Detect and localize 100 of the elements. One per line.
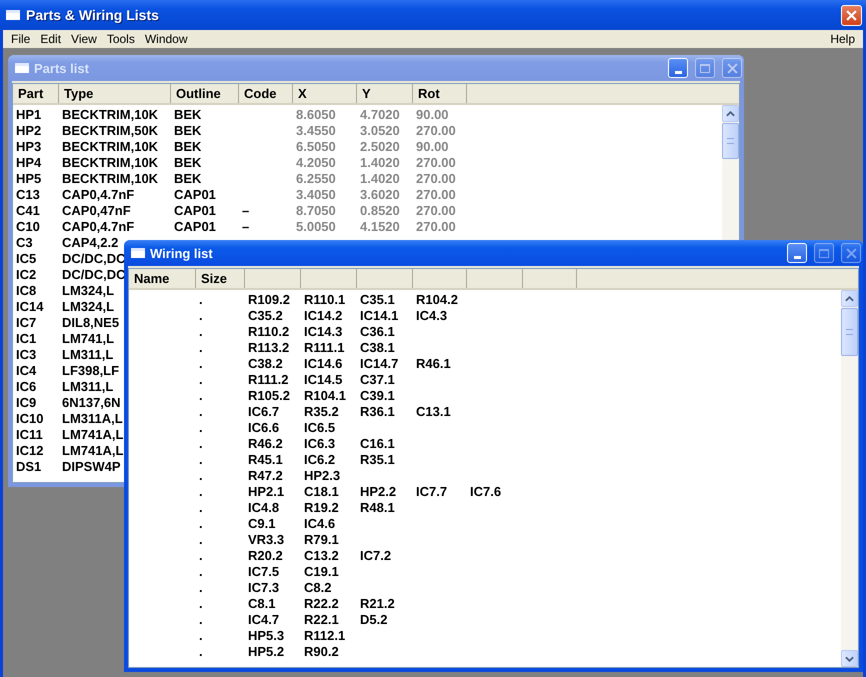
caret-up-icon [726,110,735,116]
table-cell: . [199,644,203,658]
menu-item[interactable]: Edit [35,32,66,46]
table-cell: DIPSW4P [62,458,121,474]
column-header[interactable]: Code [239,84,293,103]
table-cell: C41 [16,202,40,218]
scrollbar-thumb[interactable] [841,308,858,356]
table-cell: 2.5020 [360,138,400,154]
table-cell: R35.2 [304,404,339,418]
table-cell: IC7.7 [416,484,448,498]
table-cell: 3.6020 [360,186,400,202]
table-cell: 6N137,6N [62,394,121,410]
table-cell: C9.1 [248,516,276,530]
caret-up-icon [845,296,854,302]
minimize-button[interactable] [787,243,807,263]
table-cell: R113.2 [248,340,290,354]
scroll-up-button[interactable] [722,105,739,122]
table-cell: IC3 [16,346,36,362]
table-cell: LM324,L [62,282,114,298]
close-icon [726,62,738,74]
column-header[interactable]: Outline [171,84,239,103]
table-cell: LM741,L [62,330,114,346]
table-cell: 1.4020 [360,170,400,186]
table-cell: HP5 [16,170,42,186]
column-header[interactable]: Type [59,84,171,103]
table-cell: 270.00 [416,122,456,138]
table-cell: IC7.3 [248,580,280,594]
table-cell: . [199,372,203,386]
table-cell: LM741A,L [62,426,124,442]
table-cell: CAP01 [174,218,216,234]
table-cell: IC9 [16,394,36,410]
table-cell: IC14.6 [304,356,342,370]
window-title: Parts list [34,60,89,76]
table-cell: R22.1 [304,612,339,626]
table-cell: IC12 [16,442,44,458]
table-cell: . [199,500,203,514]
menu-item[interactable]: Tools [102,32,140,46]
table-cell: . [199,516,203,530]
table-cell: BEK [174,106,202,122]
table-cell: . [199,324,203,338]
table-cell: . [199,596,203,610]
table-cell: 270.00 [416,202,456,218]
table-cell: 0.8520 [360,202,400,218]
table-cell: R104.2 [416,292,458,306]
table-cell: C38.1 [360,340,395,354]
column-header[interactable]: Part [13,84,59,103]
table-cell: IC14 [16,298,44,314]
table-cell: LM324,L [62,298,114,314]
column-header[interactable]: Y [357,84,413,103]
table-cell: HP4 [16,154,42,170]
table-cell: CAP0,4.7nF [62,186,134,202]
menu-item[interactable]: Window [140,32,193,46]
table-cell: IC4.3 [416,308,448,322]
table-cell: 270.00 [416,218,456,234]
table-cell: R47.2 [248,468,283,482]
table-cell: R105.2 [248,388,290,402]
table-cell: R112.1 [304,628,346,642]
scroll-down-button[interactable] [841,650,858,667]
table-cell: R19.2 [304,500,339,514]
table-cell: . [199,356,203,370]
column-header[interactable]: X [293,84,357,103]
column-header[interactable]: Size [196,269,245,288]
table-cell: IC5 [16,250,36,266]
menu-item[interactable]: View [66,32,102,46]
table-cell: BECKTRIM,10K [62,154,158,170]
menu-item[interactable]: File [6,32,36,46]
scrollbar-thumb[interactable] [722,123,739,159]
table-cell: C16.1 [360,436,395,450]
table-cell: . [199,564,203,578]
table-cell: 270.00 [416,170,456,186]
table-cell: IC6.3 [304,436,336,450]
window-icon [6,10,20,20]
maximize-button[interactable] [814,243,834,263]
table-cell: IC7.5 [248,564,280,578]
table-cell: IC4.7 [248,612,280,626]
table-cell: CAP01 [174,186,216,202]
table-cell: . [199,548,203,562]
table-cell: IC4 [16,362,36,378]
table-cell: R22.2 [304,596,339,610]
table-cell: IC7.6 [470,484,502,498]
table-cell: – [242,218,250,234]
column-header[interactable]: Name [129,269,196,288]
table-cell: . [199,308,203,322]
close-button[interactable] [841,4,862,26]
table-cell: R36.1 [360,404,395,418]
close-button[interactable] [841,243,861,263]
table-cell: CAP0,4.7nF [62,218,134,234]
menu-item[interactable]: Help [825,32,860,46]
column-header[interactable]: Rot [413,84,467,103]
table-cell: C35.2 [248,308,283,322]
table-cell: CAP4,2.2 [62,234,118,250]
scroll-up-button[interactable] [841,290,858,307]
table-cell: IC6 [16,378,36,394]
table-cell: R45.1 [248,452,283,466]
table-cell: C39.1 [360,388,395,402]
table-cell: C38.2 [248,356,283,370]
table-cell: LM311,L [62,378,114,394]
table-cell: C13.2 [304,548,339,562]
table-cell: BECKTRIM,10K [62,138,158,154]
table-cell: 5.0050 [296,218,336,234]
